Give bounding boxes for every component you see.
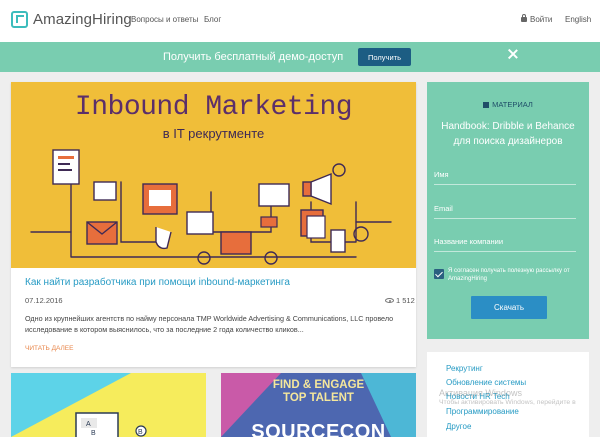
views-count: 1 512 bbox=[396, 296, 415, 305]
svg-text:B: B bbox=[91, 430, 96, 437]
material-tag: МАТЕРИАЛ bbox=[427, 100, 589, 109]
article-card[interactable]: Inbound Marketing в IT рекрутменте Как н… bbox=[11, 82, 416, 367]
demo-banner: Получить бесплатный демо-доступ Получить bbox=[0, 42, 600, 72]
windows-activation-hint: Чтобы активировать Windows, перейдите в bbox=[439, 399, 576, 406]
svg-text:B: B bbox=[138, 429, 143, 436]
thumb2-tagline: FIND & ENGAGE TOP TALENT bbox=[272, 379, 365, 404]
article-thumb-1[interactable]: A B B bbox=[11, 373, 206, 437]
logo-text: AmazingHiring bbox=[33, 11, 132, 28]
article-views: 1 512 bbox=[385, 296, 415, 305]
close-icon[interactable] bbox=[506, 47, 520, 61]
nav-link-blog[interactable]: Блог bbox=[204, 15, 221, 24]
category-link-recruiting[interactable]: Рекрутинг bbox=[446, 364, 483, 373]
category-link-other[interactable]: Другое bbox=[446, 422, 471, 431]
name-field[interactable]: Имя bbox=[434, 170, 576, 185]
login-label: Войти bbox=[530, 15, 553, 24]
login-link[interactable]: Войти bbox=[521, 14, 553, 24]
svg-text:A: A bbox=[86, 421, 91, 428]
consent-label: Я согласен получать полезную рассылку от… bbox=[448, 268, 570, 282]
language-switch[interactable]: English bbox=[565, 15, 591, 24]
eye-icon bbox=[385, 298, 394, 303]
read-more-link[interactable]: ЧИТАТЬ ДАЛЕЕ bbox=[25, 345, 73, 352]
banner-text: Получить бесплатный демо-доступ bbox=[163, 51, 344, 63]
email-field[interactable]: Email bbox=[434, 204, 576, 219]
thumb2-title: SOURCECON bbox=[251, 421, 386, 437]
article-thumb-2[interactable]: FIND & ENGAGE TOP TALENT SOURCECON bbox=[221, 373, 416, 437]
marketing-illustration bbox=[30, 149, 392, 265]
category-link-updates[interactable]: Обновление системы bbox=[446, 378, 526, 387]
logo[interactable]: AmazingHiring bbox=[11, 11, 132, 28]
material-title: Handbook: Dribble и Behance для поиска д… bbox=[441, 121, 575, 147]
article-excerpt: Одно из крупнейших агентств по найму пер… bbox=[25, 314, 394, 334]
get-demo-button[interactable]: Получить bbox=[358, 48, 411, 66]
book-icon bbox=[483, 102, 490, 108]
windows-activation-watermark: Активация Windows bbox=[439, 388, 522, 398]
article-title-link[interactable]: Как найти разработчика при помощи inboun… bbox=[25, 277, 290, 288]
material-tag-label: МАТЕРИАЛ bbox=[492, 100, 533, 109]
download-button[interactable]: Скачать bbox=[471, 296, 547, 319]
consent-checkbox[interactable] bbox=[434, 269, 444, 279]
category-link-programming[interactable]: Программирование bbox=[446, 407, 519, 416]
company-field[interactable]: Название компании bbox=[434, 237, 576, 252]
article-date: 07.12.2016 bbox=[25, 296, 63, 305]
thumb1-illustration: A B B bbox=[11, 373, 147, 437]
article-hero-image[interactable]: Inbound Marketing в IT рекрутменте bbox=[11, 82, 416, 268]
logo-icon bbox=[11, 11, 28, 28]
site-header: AmazingHiring Вопросы и ответы Блог Войт… bbox=[0, 0, 600, 42]
lock-icon bbox=[521, 14, 527, 22]
lead-form-card: МАТЕРИАЛ Handbook: Dribble и Behance для… bbox=[427, 82, 589, 339]
nav-link-faq[interactable]: Вопросы и ответы bbox=[131, 15, 198, 24]
